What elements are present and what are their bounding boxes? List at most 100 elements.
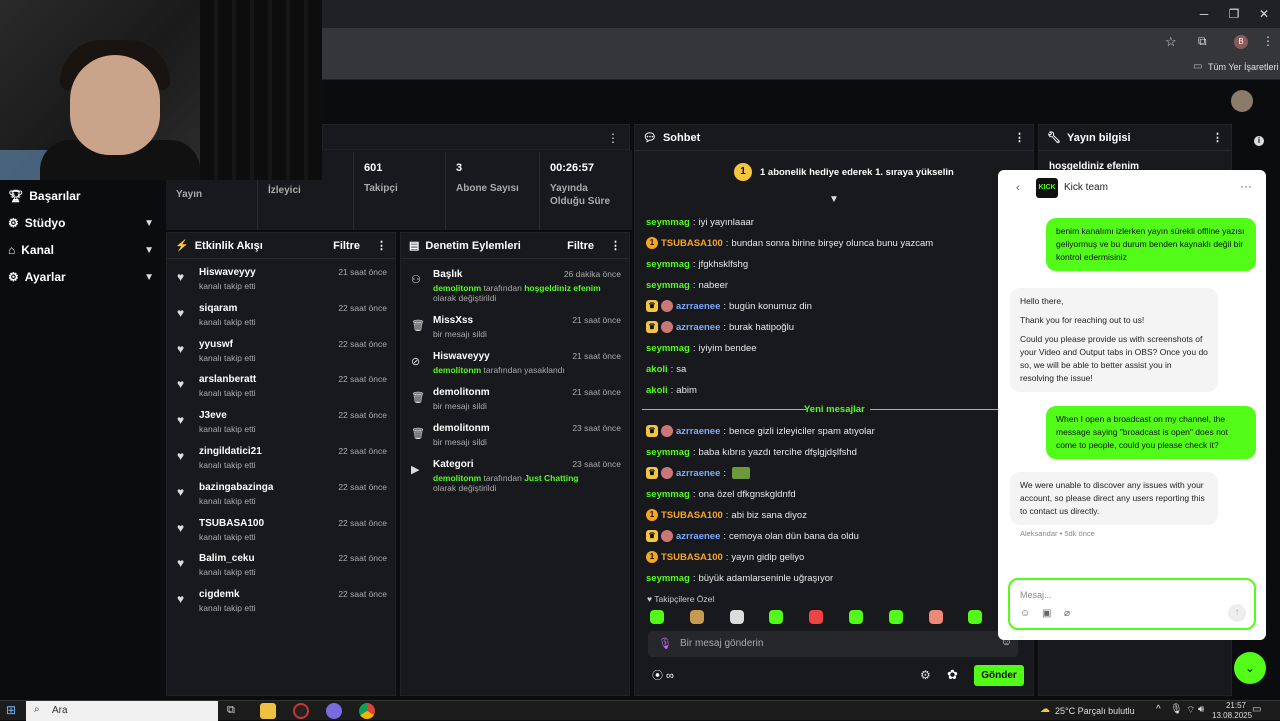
emote-icon[interactable]	[968, 610, 983, 624]
notification-icon[interactable]: ▭	[1252, 704, 1261, 715]
taskbar-search[interactable]: ⌕ Ara	[26, 701, 218, 721]
activity-item[interactable]: ♥ arslanberatt kanalı takip etti 22 saat…	[167, 370, 397, 406]
chat-username[interactable]: TSUBASA100	[661, 238, 723, 249]
send-arrow-icon[interactable]: ↑	[1228, 604, 1246, 622]
chat-username[interactable]: azrraenee	[676, 426, 720, 437]
task-view-icon[interactable]: ⧉	[227, 704, 235, 717]
panel-menu-icon[interactable]: ⋮	[1212, 131, 1223, 144]
emote-icon[interactable]	[928, 610, 943, 624]
emote-icon[interactable]	[729, 610, 744, 624]
activity-item[interactable]: ♥ zingildatici21 kanalı takip etti 22 sa…	[167, 442, 397, 478]
extensions-icon[interactable]: ⧉	[1198, 34, 1207, 49]
star-icon[interactable]: ☆	[1165, 34, 1177, 50]
chat-username[interactable]: seymmag	[646, 280, 690, 291]
back-icon[interactable]: ‹	[1016, 182, 1020, 194]
close-icon[interactable]: ✕	[1256, 6, 1272, 22]
user-avatar[interactable]	[1231, 90, 1253, 112]
emote-icon[interactable]	[689, 610, 704, 624]
activity-item[interactable]: ♥ Hiswaveyyy kanalı takip etti 21 saat ö…	[167, 263, 397, 299]
nav-ayarlar[interactable]: ⚙ Ayarlar ▼	[8, 267, 158, 287]
info-icon[interactable]: i	[1254, 136, 1264, 146]
chat-username[interactable]: azrraenee	[676, 468, 720, 479]
chat-message[interactable]: seymmag: nabeer	[646, 277, 728, 293]
clock[interactable]: 21:57 13.08.2025	[1212, 701, 1252, 721]
emote-icon[interactable]	[849, 610, 863, 624]
obs-icon[interactable]	[293, 703, 309, 719]
gif-icon[interactable]: ▣	[1042, 608, 1051, 619]
chat-message[interactable]: 1 TSUBASA100: abi biz sana diyoz	[646, 507, 807, 523]
emoji-icon[interactable]: ☺	[1020, 608, 1030, 619]
attachment-icon[interactable]: ⌀	[1064, 608, 1070, 619]
chat-username[interactable]: seymmag	[646, 217, 690, 228]
chat-username[interactable]: azrraenee	[676, 531, 720, 542]
moderation-filter-button[interactable]: Filtre	[567, 240, 594, 252]
chat-username[interactable]: TSUBASA100	[661, 552, 723, 563]
chevron-down-icon[interactable]: ⌄	[1234, 652, 1266, 684]
chrome-icon[interactable]	[359, 703, 375, 719]
chat-message[interactable]: ♛ azrraenee:	[646, 465, 751, 481]
panel-menu-icon[interactable]: ⋮	[610, 239, 621, 252]
chat-message[interactable]: seymmag: ona özel dfkgnskgldnfd	[646, 486, 796, 502]
settings-icon[interactable]: ⚙	[920, 668, 931, 682]
nav-basarilar[interactable]: 🏆︎ Başarılar	[8, 186, 158, 206]
chat-message[interactable]: ♛ azrraenee: bence gizli izleyiciler spam…	[646, 423, 875, 439]
activity-item[interactable]: ♥ Balim_ceku kanalı takip etti 22 saat ö…	[167, 549, 397, 585]
network-icon[interactable]: ⌔	[1186, 704, 1195, 717]
emote-icon[interactable]	[809, 610, 824, 624]
send-button[interactable]: Gönder	[974, 665, 1024, 686]
points-icon[interactable]: ⦿ ∞	[652, 667, 674, 683]
chat-username[interactable]: akoli	[646, 385, 668, 396]
chat-message[interactable]: akoli: sa	[646, 361, 686, 377]
activity-item[interactable]: ♥ cigdemk kanalı takip etti 22 saat önce	[167, 585, 397, 621]
emote-icon[interactable]	[650, 610, 664, 624]
activity-item[interactable]: ♥ yyuswf kanalı takip etti 22 saat önce	[167, 335, 397, 371]
panel-menu-icon[interactable]: ⋮	[376, 239, 387, 252]
chat-message[interactable]: seymmag: iyi yayınlaaar	[646, 214, 754, 230]
discord-icon[interactable]	[326, 703, 342, 719]
activity-item[interactable]: ♥ bazingabazinga kanalı takip etti 22 sa…	[167, 478, 397, 514]
emote-icon[interactable]	[769, 610, 784, 624]
chat-username[interactable]: azrraenee	[676, 301, 720, 312]
chat-message[interactable]: seymmag: jfgkhsklfshg	[646, 256, 748, 272]
chat-username[interactable]: seymmag	[646, 259, 690, 270]
microphone-icon[interactable]: 🎙︎	[658, 637, 672, 650]
chat-message[interactable]: seymmag: büyük adamlarseninle uğraşıyor	[646, 570, 833, 586]
nav-studyo[interactable]: ⚙ Stüdyo ▼	[8, 213, 158, 233]
chat-message[interactable]: seymmag: baba kıbrıs yazdı tercihe dfşlg…	[646, 444, 857, 460]
nav-kanal[interactable]: ⌂ Kanal ▼	[8, 240, 158, 260]
emote-icon[interactable]	[888, 610, 903, 624]
minimize-icon[interactable]: ─	[1196, 6, 1212, 22]
profile-avatar[interactable]: B	[1234, 35, 1248, 49]
microphone-icon[interactable]: 🎙︎	[1170, 704, 1183, 715]
chat-username[interactable]: TSUBASA100	[661, 510, 723, 521]
chat-username[interactable]: seymmag	[646, 343, 690, 354]
activity-item[interactable]: ♥ TSUBASA100 kanalı takip etti 22 saat ö…	[167, 514, 397, 550]
volume-icon[interactable]: 🔊︎	[1198, 704, 1204, 715]
chat-message[interactable]: seymmag: iyiyim bendee	[646, 340, 757, 356]
menu-icon[interactable]: ⋮	[1262, 34, 1274, 48]
chat-message[interactable]: ♛ azrraenee: burak hatipoğlu	[646, 319, 794, 335]
dm-input[interactable]: Mesaj... ☺ ▣ ⌀ ↑	[1008, 578, 1256, 630]
more-icon[interactable]: ···	[1240, 179, 1252, 193]
activity-item[interactable]: ♥ J3eve kanalı takip etti 22 saat önce	[167, 406, 397, 442]
chat-input[interactable]: 🎙︎ Bir mesaj gönderin ☺	[648, 631, 1018, 657]
panel-menu-icon[interactable]: ⋮	[1014, 131, 1025, 144]
file-explorer-icon[interactable]	[260, 703, 276, 719]
all-bookmarks-link[interactable]: Tüm Yer İşaretleri	[1208, 62, 1279, 72]
chat-message[interactable]: 1 TSUBASA100: yayın gidip geliyo	[646, 549, 804, 565]
chat-message[interactable]: 1 TSUBASA100: bundan sonra birine birşey …	[646, 235, 933, 251]
chat-message[interactable]: ♛ azrraenee: cemoya olan dün bana da oldu	[646, 528, 859, 544]
chat-username[interactable]: azrraenee	[676, 322, 720, 333]
activity-filter-button[interactable]: Filtre	[333, 240, 360, 252]
panel-menu-icon[interactable]: ⋮	[607, 131, 619, 145]
activity-item[interactable]: ♥ siqaram kanalı takip etti 22 saat önce	[167, 299, 397, 335]
tray-chevron-icon[interactable]: ^	[1156, 704, 1161, 715]
chat-message[interactable]: ♛ azrraenee: bugün konumuz din	[646, 298, 812, 314]
maximize-icon[interactable]: ❐	[1226, 6, 1242, 22]
gift-icon[interactable]: ✿	[947, 667, 958, 683]
chat-username[interactable]: seymmag	[646, 447, 690, 458]
collapse-icon[interactable]: ▼	[829, 194, 839, 205]
windows-start-icon[interactable]: ⊞	[6, 703, 16, 717]
chat-username[interactable]: seymmag	[646, 573, 690, 584]
chat-username[interactable]: akoli	[646, 364, 668, 375]
